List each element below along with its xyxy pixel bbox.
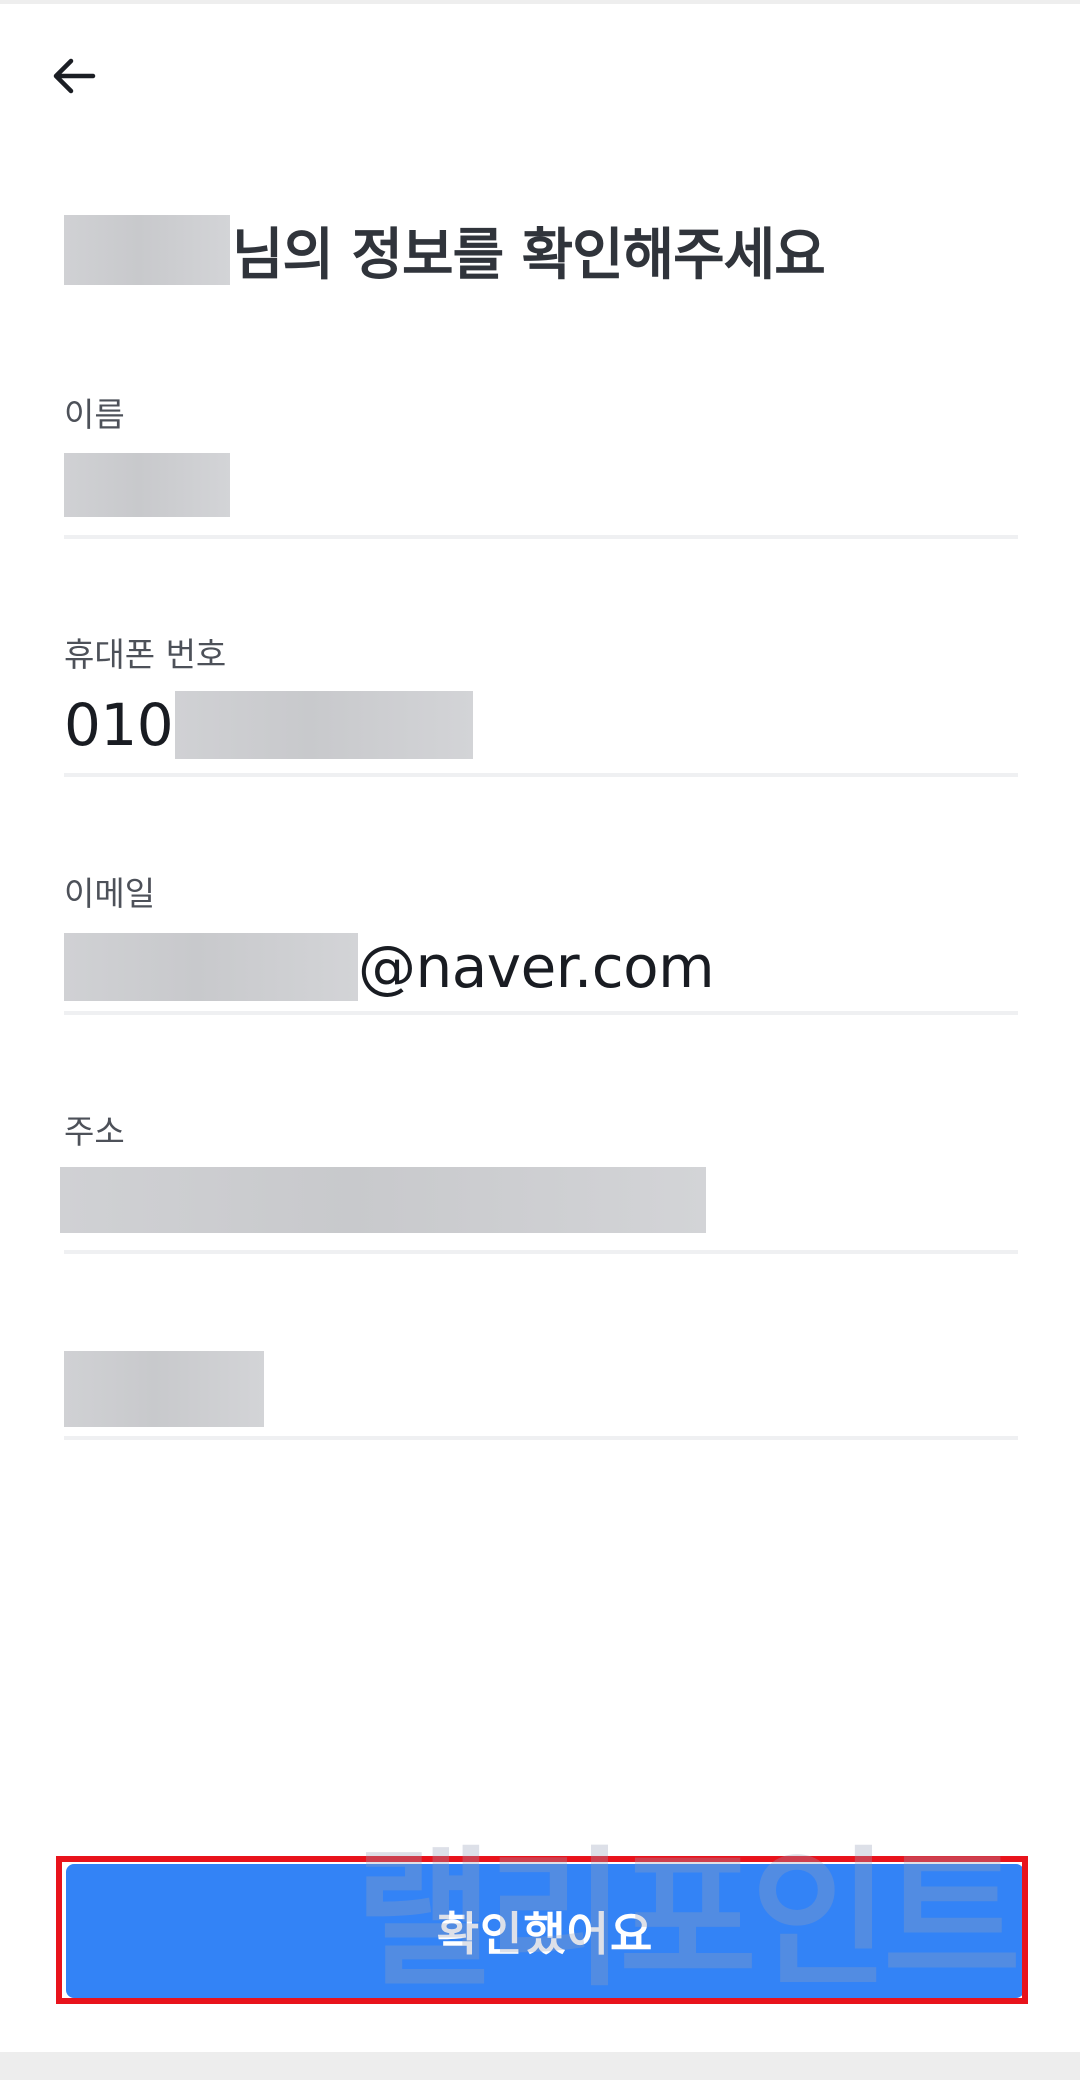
address-field[interactable] <box>60 1166 1018 1234</box>
confirm-button-label: 확인했어요 <box>436 1907 654 1961</box>
redacted-email-local <box>64 933 358 1001</box>
name-field[interactable] <box>64 452 1018 518</box>
address-underline <box>64 1250 1018 1254</box>
bottom-bar <box>0 2052 1080 2080</box>
address-detail-field[interactable] <box>64 1351 1018 1427</box>
email-field[interactable]: @naver.com <box>64 930 1018 1004</box>
back-button[interactable] <box>44 46 104 106</box>
email-domain: @naver.com <box>358 933 715 1001</box>
phone-prefix: 010 <box>64 691 174 759</box>
email-label: 이메일 <box>64 874 156 913</box>
phone-label: 휴대폰 번호 <box>64 635 227 674</box>
arrow-left-icon <box>53 58 96 94</box>
confirm-button[interactable]: 확인했어요 <box>66 1864 1024 1998</box>
name-underline <box>64 535 1018 539</box>
redacted-username <box>64 215 230 285</box>
address-label: 주소 <box>64 1112 125 1151</box>
email-underline <box>64 1011 1018 1015</box>
phone-underline <box>64 773 1018 777</box>
redacted-phone-number <box>175 691 474 759</box>
redacted-address-detail <box>64 1351 264 1427</box>
redacted-name-value <box>64 453 230 517</box>
phone-field[interactable]: 010 <box>64 688 1018 762</box>
page-title-text: 님의 정보를 확인해주세요 <box>232 222 826 288</box>
name-label: 이름 <box>64 395 125 434</box>
redacted-address <box>60 1167 706 1233</box>
page-title: 님의 정보를 확인해주세요 <box>64 214 826 288</box>
address-detail-underline <box>64 1436 1018 1440</box>
top-divider <box>0 0 1080 4</box>
